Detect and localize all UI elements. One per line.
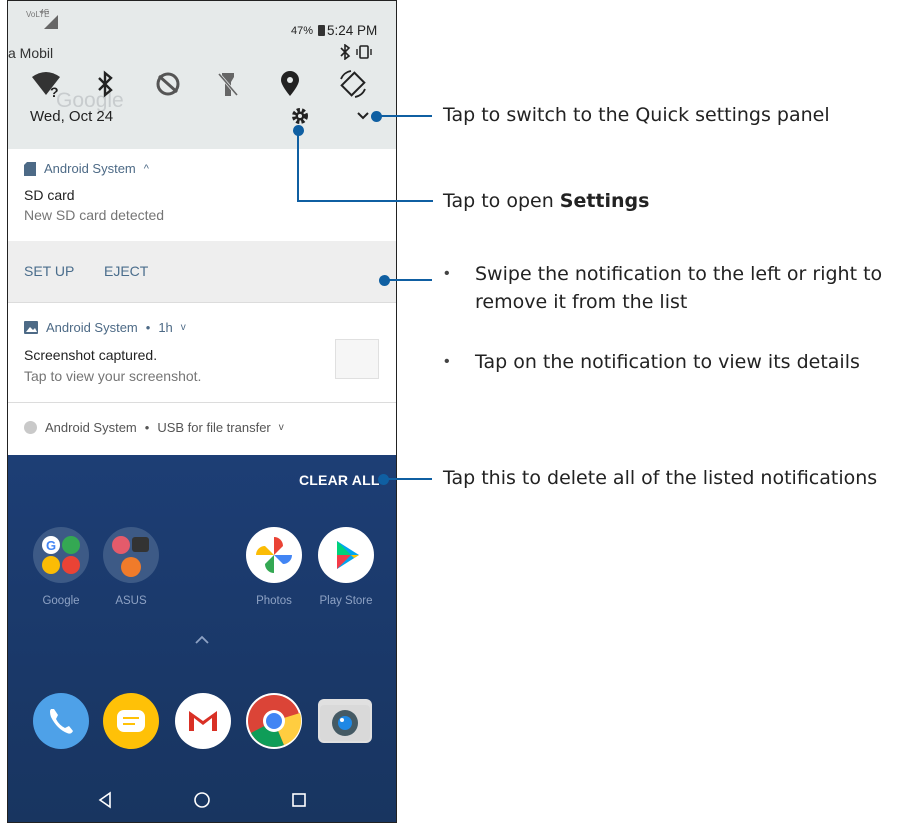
chrome-icon[interactable] [246, 693, 302, 749]
notification-app-line: Android System ^ [24, 161, 149, 176]
gmail-icon[interactable] [175, 693, 231, 749]
usb-status-icon [24, 421, 37, 434]
svg-text:G: G [46, 538, 56, 553]
bullet-icon: • [444, 265, 450, 282]
callout-line [380, 115, 432, 117]
messages-icon[interactable] [103, 693, 159, 749]
bluetooth-vibrate-icon [340, 44, 372, 60]
callout-line [297, 132, 299, 201]
clear-all-button[interactable]: CLEAR ALL [299, 472, 380, 488]
eject-button[interactable]: EJECT [104, 263, 148, 279]
notification-text: New SD card detected [24, 207, 165, 223]
notification-app-name: Android System [46, 320, 138, 335]
battery-percent: 47% [291, 25, 314, 37]
chevron-down-icon[interactable]: v [279, 422, 284, 433]
svg-text:?: ? [50, 84, 59, 99]
battery-icon [318, 25, 325, 36]
wifi-icon[interactable]: ? [30, 69, 62, 99]
camera-icon[interactable] [318, 699, 372, 743]
callout-tap-details: Tap on the notification to view its deta… [475, 351, 860, 373]
bullet-icon: • [444, 353, 450, 370]
carrier-name: a Mobil [8, 45, 54, 61]
recents-icon[interactable] [290, 791, 308, 809]
notification-usb[interactable]: Android System • USB for file transfer v [8, 403, 396, 455]
callout-quick-settings: Tap to switch to the Quick settings pane… [443, 104, 830, 126]
notification-summary: USB for file transfer [157, 420, 271, 435]
auto-rotate-icon[interactable] [337, 69, 369, 99]
signal-icon: VoLTE 4G [26, 9, 58, 29]
notification-title: SD card [24, 187, 75, 203]
phone-icon[interactable] [33, 693, 89, 749]
callout-settings-prefix: Tap to open [443, 190, 560, 212]
app-label-google: Google [42, 595, 80, 607]
location-icon[interactable] [274, 69, 306, 99]
callout-line [388, 279, 432, 281]
callout-settings-bold: Settings [559, 190, 650, 212]
quick-settings-panel: VoLTE 4G 47% 5:24 PM a Mobil Google ? We… [8, 1, 396, 149]
sd-card-icon [24, 161, 36, 176]
chevron-down-icon[interactable] [355, 108, 371, 122]
settings-gear-icon[interactable] [291, 107, 309, 125]
phone-screen: VoLTE 4G 47% 5:24 PM a Mobil Google ? We… [7, 0, 397, 823]
data-saver-off-icon[interactable] [152, 69, 184, 99]
app-label-asus: ASUS [115, 595, 147, 607]
chevron-down-icon[interactable]: v [181, 322, 186, 333]
photos-icon[interactable] [246, 527, 302, 583]
notification-screenshot[interactable]: Android System • 1h v Screenshot capture… [8, 303, 396, 403]
bluetooth-icon[interactable] [90, 69, 122, 99]
notification-app-name: Android System [45, 420, 137, 435]
asus-folder-icon[interactable] [103, 527, 159, 583]
callout-clear-all: Tap this to delete all of the listed not… [443, 467, 878, 489]
notification-text: Tap to view your screenshot. [24, 368, 202, 384]
quick-settings-date: Wed, Oct 24 [30, 108, 114, 125]
app-label-photos: Photos [256, 595, 292, 607]
google-folder-icon[interactable]: G [33, 527, 89, 583]
notification-title: Screenshot captured. [24, 347, 158, 363]
play-store-icon[interactable] [318, 527, 374, 583]
notification-actions: SET UP EJECT [8, 241, 396, 303]
back-icon[interactable] [96, 791, 114, 809]
chevron-up-icon[interactable]: ^ [144, 163, 149, 175]
image-icon [24, 321, 38, 334]
notification-app-name: Android System [44, 161, 136, 176]
callout-line [386, 478, 432, 480]
notification-sd-card[interactable]: Android System ^ SD card New SD card det… [8, 149, 396, 241]
notification-app-line: Android System • USB for file transfer v [24, 420, 284, 435]
status-time: 5:24 PM [327, 23, 378, 38]
screenshot-thumbnail [335, 339, 379, 379]
notification-app-line: Android System • 1h v [24, 320, 186, 335]
set-up-button[interactable]: SET UP [24, 263, 74, 279]
notification-time: 1h [158, 320, 173, 335]
home-screen: CLEAR ALL G Google ASUS Photos Play Stor… [8, 455, 396, 822]
home-icon[interactable] [193, 791, 211, 809]
flashlight-off-icon[interactable] [212, 69, 244, 99]
quick-settings-tiles: ? [8, 69, 396, 101]
callout-settings: Tap to open Settings [443, 187, 649, 215]
callout-line [297, 200, 433, 202]
network-label: 4G [40, 9, 49, 16]
callout-swipe: Swipe the notification to the left or ri… [475, 263, 883, 313]
app-label-play-store: Play Store [319, 595, 373, 607]
chevron-up-icon[interactable] [194, 635, 210, 645]
status-bar: VoLTE 4G 47% 5:24 PM a Mobil [8, 1, 396, 61]
